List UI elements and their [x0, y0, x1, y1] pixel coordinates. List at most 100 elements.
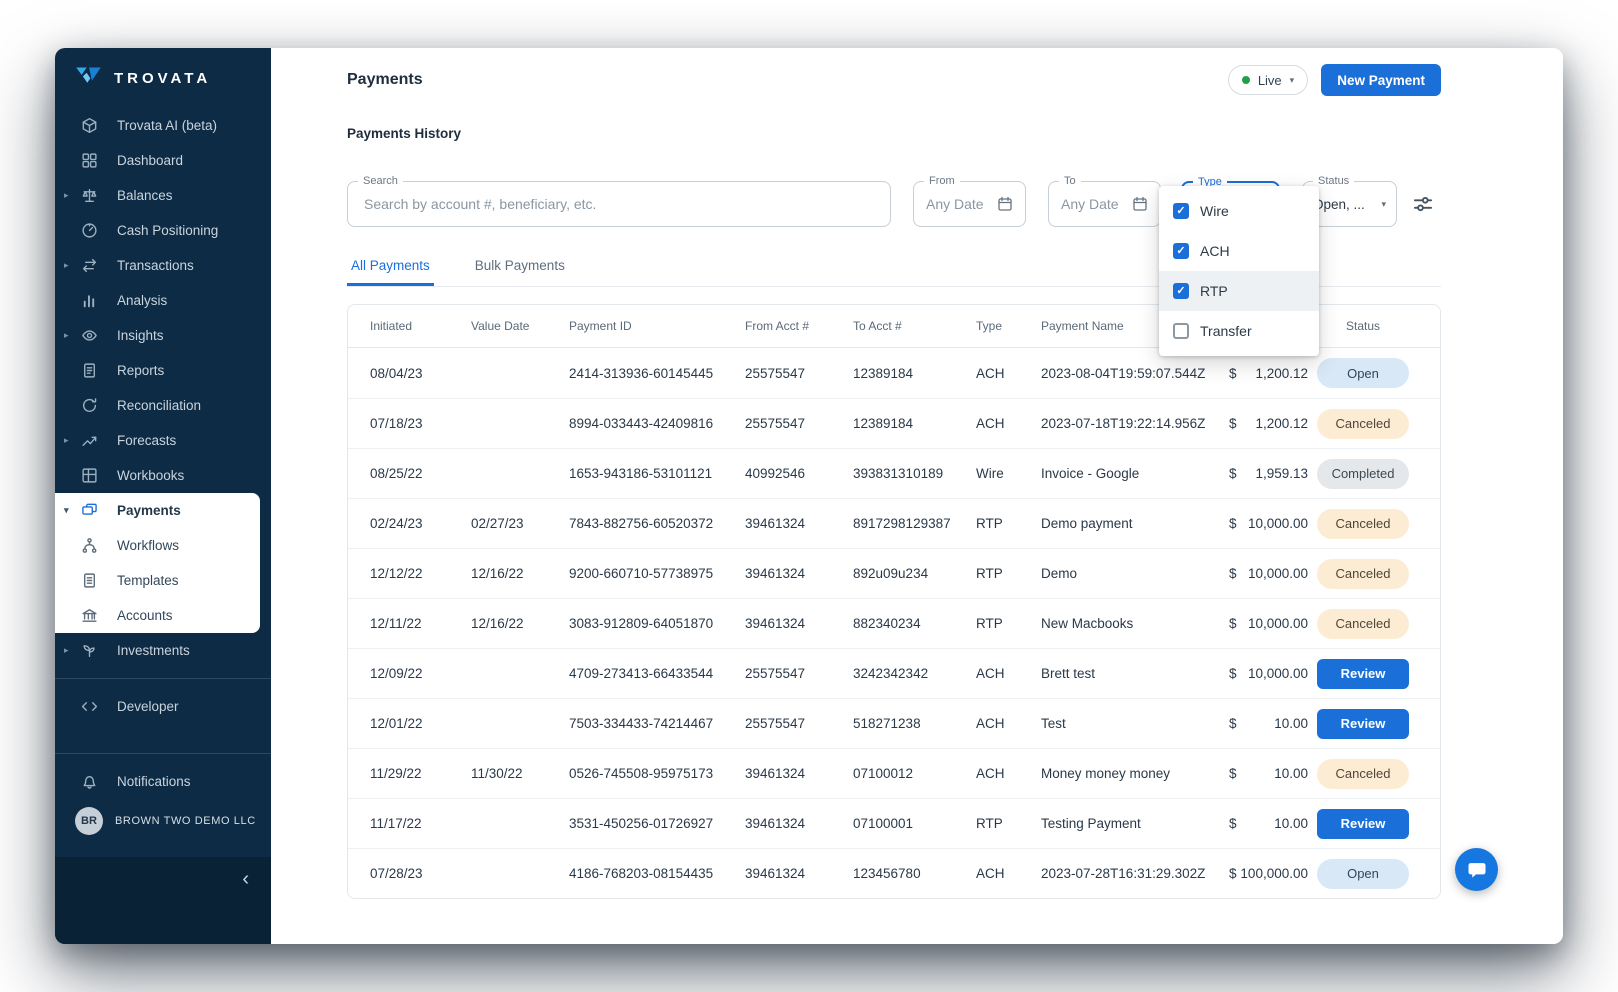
sidebar-item[interactable]: ▸ Insights	[55, 318, 271, 353]
brand-name: TROVATA	[114, 70, 211, 87]
amount-value: 10,000.00	[1248, 616, 1308, 631]
cell-initiated: 12/01/22	[370, 716, 471, 731]
check-icon: ✓	[1176, 206, 1185, 217]
sidebar-item[interactable]: Cash Positioning	[55, 213, 271, 248]
table-row[interactable]: 12/11/22 12/16/22 3083-912809-64051870 3…	[348, 598, 1440, 648]
search-input[interactable]	[348, 196, 890, 212]
chat-launcher-button[interactable]	[1455, 848, 1498, 891]
checkbox[interactable]: ✓	[1173, 283, 1189, 299]
checkbox[interactable]: ✓	[1173, 323, 1189, 339]
cell-initiated: 11/17/22	[370, 816, 471, 831]
cell-from-acct: 39461324	[745, 516, 853, 531]
sidebar-divider	[55, 753, 271, 754]
sidebar-item-notifications[interactable]: Notifications	[55, 764, 271, 799]
sidebar-item[interactable]: Trovata AI (beta)	[55, 108, 271, 143]
review-button[interactable]: Review	[1317, 709, 1409, 739]
cell-status: Canceled	[1308, 759, 1418, 789]
sidebar-item[interactable]: Reconciliation	[55, 388, 271, 423]
cell-type: ACH	[976, 766, 1041, 781]
column-header[interactable]: Payment ID	[569, 319, 745, 333]
cell-type: RTP	[976, 516, 1041, 531]
brand-logo[interactable]: TROVATA	[55, 48, 271, 108]
type-option[interactable]: ✓ RTP	[1159, 271, 1319, 311]
table-row[interactable]: 11/29/22 11/30/22 0526-745508-95975173 3…	[348, 748, 1440, 798]
sidebar-item-developer[interactable]: Developer	[55, 689, 271, 724]
sidebar-item-label: Dashboard	[117, 153, 183, 168]
column-header[interactable]: Initiated	[370, 319, 471, 333]
review-button[interactable]: Review	[1317, 659, 1409, 689]
checkbox[interactable]: ✓	[1173, 243, 1189, 259]
table-row[interactable]: 02/24/23 02/27/23 7843-882756-60520372 3…	[348, 498, 1440, 548]
cell-initiated: 08/04/23	[370, 366, 471, 381]
account-switcher[interactable]: BR BROWN TWO DEMO LLC	[55, 799, 271, 843]
tab[interactable]: All Payments	[347, 254, 434, 286]
sidebar-item[interactable]: Templates	[55, 563, 260, 598]
sidebar-item[interactable]: ▾ Payments	[55, 493, 260, 528]
sidebar-item[interactable]: Analysis	[55, 283, 271, 318]
sidebar-item[interactable]: ▸ Transactions	[55, 248, 271, 283]
column-header[interactable]: Type	[976, 319, 1041, 333]
cell-initiated: 12/11/22	[370, 616, 471, 631]
tab[interactable]: Bulk Payments	[471, 254, 569, 286]
cell-type: ACH	[976, 866, 1041, 881]
status-badge: Canceled	[1317, 409, 1409, 439]
sidebar-item[interactable]: Workbooks	[55, 458, 271, 493]
to-date-picker[interactable]: To Any Date	[1048, 181, 1161, 227]
cell-to-acct: 123456780	[853, 866, 976, 881]
from-date-picker[interactable]: From Any Date	[913, 181, 1026, 227]
type-option[interactable]: ✓ Wire	[1159, 191, 1319, 231]
sidebar-item[interactable]: ▸ Forecasts	[55, 423, 271, 458]
type-option[interactable]: ✓ Transfer	[1159, 311, 1319, 351]
column-header[interactable]: Value Date	[471, 319, 569, 333]
status-badge: Canceled	[1317, 609, 1409, 639]
review-button[interactable]: Review	[1317, 809, 1409, 839]
workflows-icon	[81, 537, 98, 554]
table-row[interactable]: 08/25/22 1653-943186-53101121 40992546 3…	[348, 448, 1440, 498]
sidebar-item[interactable]: Dashboard	[55, 143, 271, 178]
cell-payment-name: Invoice - Google	[1041, 466, 1229, 481]
cell-type: RTP	[976, 816, 1041, 831]
new-payment-button[interactable]: New Payment	[1321, 64, 1441, 96]
table-row[interactable]: 12/12/22 12/16/22 9200-660710-57738975 3…	[348, 548, 1440, 598]
sidebar-item-label: Reports	[117, 363, 164, 378]
dashboard-icon	[81, 152, 98, 169]
table-row[interactable]: 12/09/22 4709-273413-66433544 25575547 3…	[348, 648, 1440, 698]
sidebar-item[interactable]: Workflows	[55, 528, 260, 563]
chevron-right-icon[interactable]: ▸	[64, 330, 69, 341]
cell-to-acct: 12389184	[853, 416, 976, 431]
chevron-right-icon[interactable]: ▸	[64, 645, 69, 656]
sidebar-item[interactable]: ▸ Investments	[55, 633, 271, 668]
currency-symbol: $	[1229, 366, 1237, 381]
sidebar-item[interactable]: Accounts	[55, 598, 260, 633]
column-header[interactable]: Status	[1308, 319, 1418, 333]
chevron-down-icon[interactable]: ▾	[64, 505, 69, 516]
table-row[interactable]: 07/18/23 8994-033443-42409816 25575547 1…	[348, 398, 1440, 448]
sidebar-item[interactable]: Reports	[55, 353, 271, 388]
currency-symbol: $	[1229, 466, 1237, 481]
table-row[interactable]: 07/28/23 4186-768203-08154435 39461324 1…	[348, 848, 1440, 898]
advanced-filters-icon[interactable]	[1413, 194, 1433, 214]
cell-type: ACH	[976, 416, 1041, 431]
sidebar-item-label: Investments	[117, 643, 190, 658]
column-header[interactable]: To Acct #	[853, 319, 976, 333]
cell-amount: $ 10,000.00	[1229, 616, 1308, 631]
type-option[interactable]: ✓ ACH	[1159, 231, 1319, 271]
checkbox[interactable]: ✓	[1173, 203, 1189, 219]
cell-type: RTP	[976, 616, 1041, 631]
collapse-sidebar-icon[interactable]: ‹	[242, 869, 249, 889]
chevron-right-icon[interactable]: ▸	[64, 435, 69, 446]
column-header[interactable]: From Acct #	[745, 319, 853, 333]
sidebar-item[interactable]: ▸ Balances	[55, 178, 271, 213]
cell-type: Wire	[976, 466, 1041, 481]
cell-type: ACH	[976, 716, 1041, 731]
payments-icon	[81, 502, 98, 519]
table-row[interactable]: 11/17/22 3531-450256-01726927 39461324 0…	[348, 798, 1440, 848]
filters-row: Search From Any Date To Any Date	[347, 181, 1441, 227]
table-row[interactable]: 12/01/22 7503-334433-74214467 25575547 5…	[348, 698, 1440, 748]
investments-icon	[81, 642, 98, 659]
status-label: Status	[1313, 175, 1354, 187]
chevron-right-icon[interactable]: ▸	[64, 260, 69, 271]
environment-selector[interactable]: Live ▾	[1228, 65, 1308, 95]
chevron-right-icon[interactable]: ▸	[64, 190, 69, 201]
currency-symbol: $	[1229, 866, 1237, 881]
